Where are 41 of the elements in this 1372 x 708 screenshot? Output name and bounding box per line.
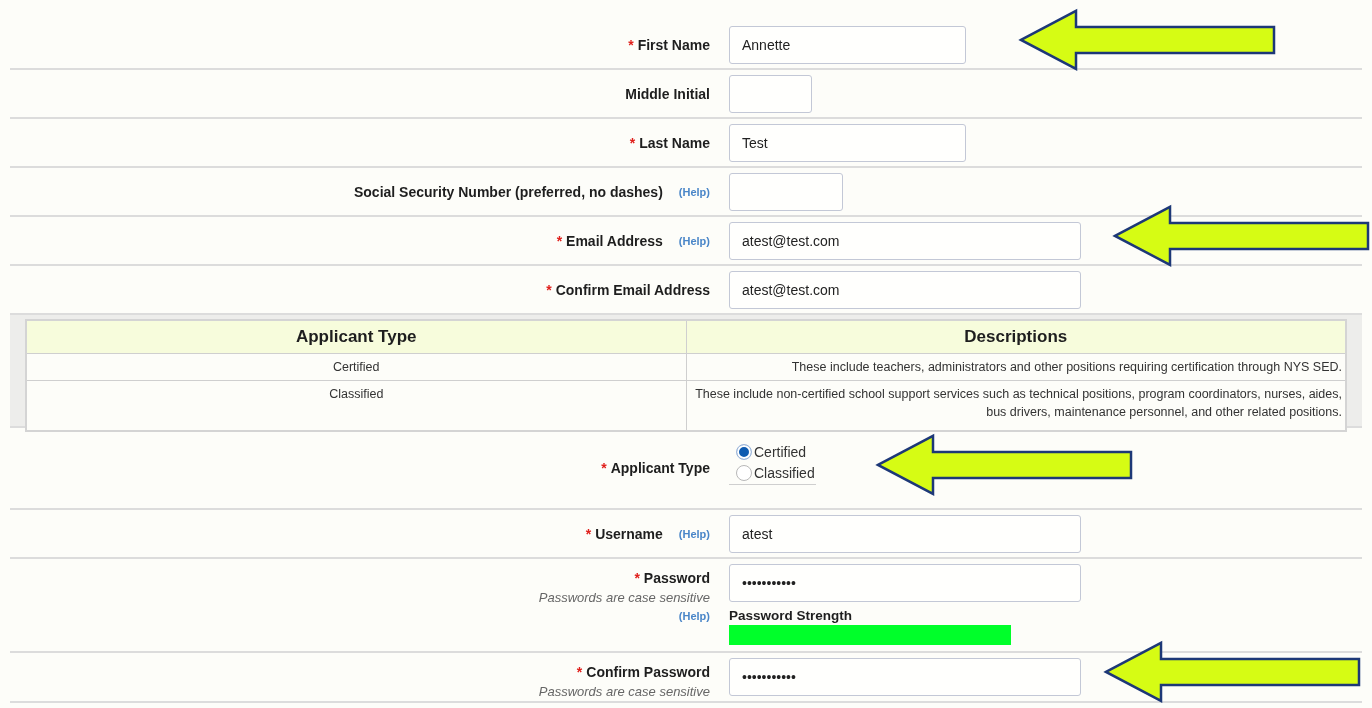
radio-label: Classified [754, 464, 815, 481]
field-label: Confirm Password [586, 664, 710, 680]
field-label: Email Address [566, 232, 663, 249]
required-mark: * [634, 570, 640, 586]
help-link[interactable]: (Help) [678, 185, 710, 198]
text-field[interactable] [729, 172, 843, 211]
field-label: Last Name [639, 134, 710, 151]
required-mark: * [601, 460, 607, 476]
column-header: Applicant Type [26, 320, 686, 354]
radio-label: Certified [754, 443, 807, 460]
radio-button[interactable] [736, 443, 752, 460]
text-field[interactable]: atest@test.com [729, 270, 1081, 309]
password-field[interactable]: ••••••••••• [729, 658, 1081, 696]
column-header: Descriptions [686, 320, 1346, 354]
field-label: Password [643, 570, 710, 586]
help-link[interactable]: (Help) [678, 234, 710, 247]
required-mark: * [628, 36, 634, 53]
required-mark: * [546, 281, 552, 298]
required-mark: * [576, 664, 583, 680]
text-field[interactable]: Annette [729, 25, 966, 64]
field-label: Social Security Number (preferred, no dashes) [353, 183, 663, 200]
radio-button[interactable] [736, 464, 752, 481]
text-field[interactable]: atest@test.com [729, 221, 1081, 260]
text-field[interactable]: Test [729, 123, 966, 162]
password-field[interactable]: ••••••••••• [729, 564, 1081, 602]
strength-label: Password Strength [729, 608, 853, 623]
required-mark: * [556, 232, 563, 249]
required-mark: * [629, 134, 636, 151]
required-mark: * [585, 525, 592, 542]
hint-text: Passwords are case sensitive [538, 684, 710, 699]
table-cell: Certified [26, 353, 686, 381]
field-label: Confirm Email Address [555, 281, 710, 298]
text-field[interactable]: atest [729, 514, 1081, 553]
field-label: Middle Initial [625, 85, 710, 102]
hint-text: Passwords are case sensitive [538, 590, 710, 605]
field-label: Username [595, 525, 663, 542]
field-label: Applicant Type [610, 460, 710, 476]
help-link[interactable]: (Help) [678, 527, 710, 540]
text-field[interactable] [729, 74, 812, 113]
field-label: First Name [637, 36, 710, 53]
help-link[interactable]: (Help) [678, 610, 710, 622]
